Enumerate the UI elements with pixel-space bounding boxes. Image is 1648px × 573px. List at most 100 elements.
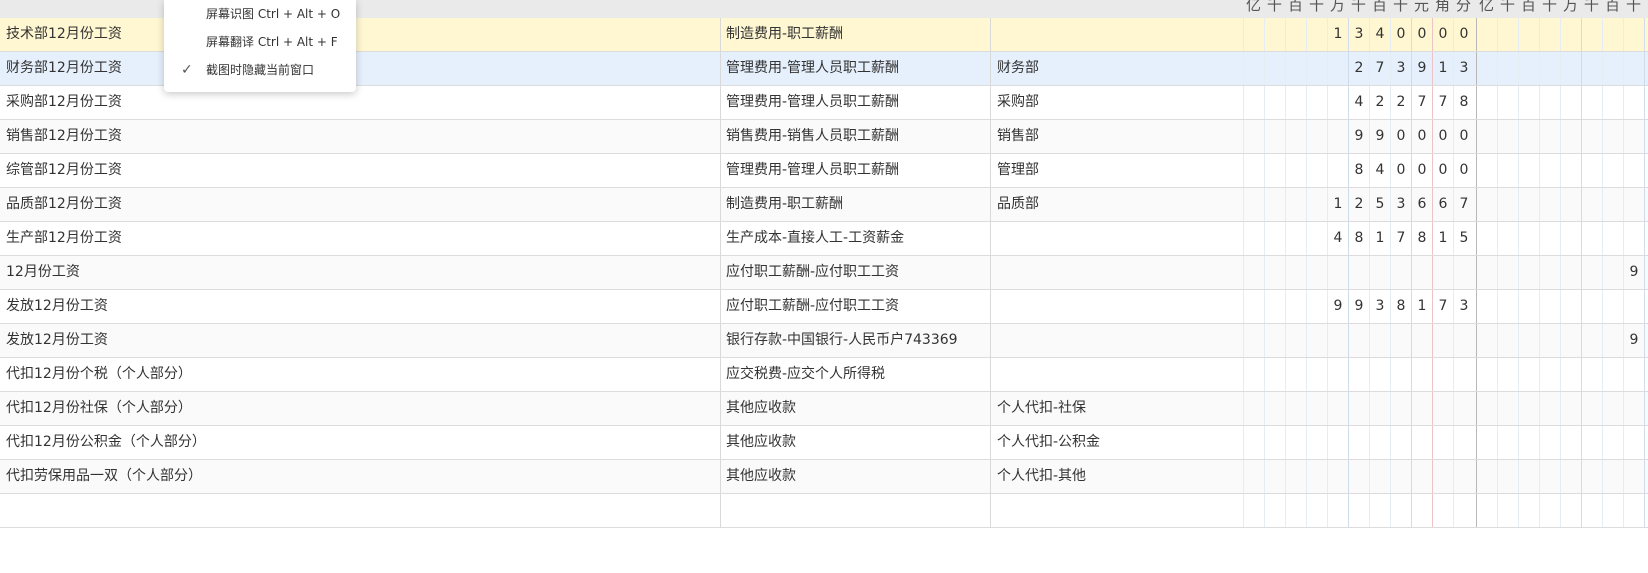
debit-digit-cell[interactable] [1453,358,1474,391]
credit-digit-cell[interactable] [1581,290,1602,323]
debit-digit-cell[interactable] [1264,426,1285,459]
account-cell[interactable]: 管理费用-管理人员职工薪酬 [720,154,990,187]
credit-digit-cell[interactable] [1476,52,1497,85]
debit-digit-cell[interactable] [1327,358,1348,391]
debit-digit-cell[interactable] [1264,86,1285,119]
credit-digit-cell[interactable]: 9 [1623,324,1644,357]
credit-digit-cell[interactable] [1560,222,1581,255]
credit-digit-cell[interactable] [1623,188,1644,221]
debit-digit-cell[interactable] [1306,18,1327,51]
credit-digit-cell[interactable] [1497,290,1518,323]
credit-digit-cell[interactable] [1581,426,1602,459]
credit-digit-cell[interactable] [1602,222,1623,255]
credit-digit-cell[interactable] [1644,188,1648,221]
credit-digit-cell[interactable] [1476,494,1497,527]
credit-digit-cell[interactable] [1644,494,1648,527]
debit-digit-cell[interactable] [1432,426,1453,459]
debit-digit-cell[interactable]: 5 [1453,222,1474,255]
debit-digit-cell[interactable]: 7 [1369,52,1390,85]
debit-digit-cell[interactable] [1306,426,1327,459]
debit-digit-cell[interactable]: 2 [1348,52,1369,85]
debit-digit-cell[interactable] [1243,358,1264,391]
credit-digit-cell[interactable] [1539,188,1560,221]
credit-digit-cell[interactable] [1539,18,1560,51]
table-row[interactable]: 品质部12月份工资 制造费用-职工薪酬 品质部 1 2 5 3 6 6 7 [0,188,1648,222]
credit-digit-cell[interactable] [1518,188,1539,221]
table-row[interactable]: 综管部12月份工资 管理费用-管理人员职工薪酬 管理部 8 4 0 0 0 0 [0,154,1648,188]
credit-digit-cell[interactable] [1560,392,1581,425]
debit-digit-cell[interactable] [1285,188,1306,221]
debit-digit-cell[interactable] [1306,392,1327,425]
credit-digit-cell[interactable] [1602,154,1623,187]
debit-digit-cell[interactable] [1285,86,1306,119]
debit-digit-cell[interactable] [1369,358,1390,391]
debit-digit-cell[interactable]: 9 [1348,290,1369,323]
debit-digit-cell[interactable] [1264,52,1285,85]
debit-digit-cell[interactable] [1306,358,1327,391]
credit-digit-cell[interactable] [1644,222,1648,255]
credit-digit-cell[interactable] [1539,120,1560,153]
credit-digit-cell[interactable] [1581,86,1602,119]
debit-digit-cell[interactable] [1411,392,1432,425]
credit-digit-cell[interactable] [1644,86,1648,119]
debit-digit-cell[interactable] [1285,52,1306,85]
credit-digit-cell[interactable] [1476,188,1497,221]
credit-digit-cell[interactable] [1539,426,1560,459]
menu-item-screen-recognize[interactable]: 屏幕识图 Ctrl + Alt + O [164,0,356,28]
debit-digit-cell[interactable]: 8 [1348,154,1369,187]
credit-digit-cell[interactable] [1476,86,1497,119]
credit-digit-cell[interactable] [1623,120,1644,153]
summary-cell[interactable]: 代扣12月份个税（个人部分） [0,358,720,391]
credit-digit-cell[interactable] [1476,324,1497,357]
debit-digit-cell[interactable] [1327,324,1348,357]
credit-digit-cell[interactable] [1539,290,1560,323]
debit-digit-cell[interactable]: 9 [1411,52,1432,85]
debit-digit-cell[interactable] [1390,392,1411,425]
debit-digit-cell[interactable]: 7 [1390,222,1411,255]
credit-digit-cell[interactable] [1581,494,1602,527]
debit-digit-cell[interactable] [1285,392,1306,425]
credit-digit-cell[interactable] [1539,358,1560,391]
table-row[interactable]: 代扣12月份个税（个人部分）应交税费-应交个人所得税29 [0,358,1648,392]
debit-digit-cell[interactable] [1264,460,1285,493]
debit-digit-cell[interactable] [1411,324,1432,357]
debit-digit-cell[interactable] [1264,188,1285,221]
debit-digit-cell[interactable] [1306,256,1327,289]
credit-digit-cell[interactable] [1623,18,1644,51]
debit-digit-cell[interactable]: 6 [1432,188,1453,221]
credit-digit-cell[interactable] [1560,188,1581,221]
debit-digit-cell[interactable]: 2 [1390,86,1411,119]
debit-digit-cell[interactable] [1348,392,1369,425]
debit-digit-cell[interactable]: 7 [1411,86,1432,119]
debit-digit-cell[interactable]: 8 [1411,222,1432,255]
debit-digit-cell[interactable]: 6 [1411,188,1432,221]
table-row[interactable]: 发放12月份工资银行存款-中国银行-人民币户7433699380 [0,324,1648,358]
debit-digit-cell[interactable]: 2 [1348,188,1369,221]
debit-digit-cell[interactable]: 9 [1348,120,1369,153]
debit-digit-cell[interactable]: 0 [1390,154,1411,187]
debit-digit-cell[interactable] [1306,460,1327,493]
debit-digit-cell[interactable] [1306,290,1327,323]
debit-digit-cell[interactable] [1390,426,1411,459]
account-cell[interactable]: 其他应收款 [720,426,990,459]
credit-digit-cell[interactable] [1581,392,1602,425]
debit-digit-cell[interactable] [1369,426,1390,459]
debit-digit-cell[interactable]: 3 [1369,290,1390,323]
credit-digit-cell[interactable] [1623,460,1644,493]
credit-digit-cell[interactable] [1602,426,1623,459]
debit-digit-cell[interactable] [1264,222,1285,255]
debit-digit-cell[interactable] [1264,392,1285,425]
credit-digit-cell[interactable] [1497,460,1518,493]
credit-digit-cell[interactable] [1560,18,1581,51]
auxiliary-cell[interactable]: 品质部 [990,188,1243,221]
table-row[interactable]: 12月份工资应付职工薪酬-应付职工工资9938 [0,256,1648,290]
debit-digit-cell[interactable] [1348,324,1369,357]
debit-digit-cell[interactable] [1327,120,1348,153]
debit-digit-cell[interactable] [1327,426,1348,459]
debit-digit-cell[interactable] [1243,290,1264,323]
debit-digit-cell[interactable] [1285,324,1306,357]
auxiliary-cell[interactable] [990,324,1243,357]
account-cell[interactable]: 应交税费-应交个人所得税 [720,358,990,391]
credit-digit-cell[interactable] [1623,222,1644,255]
account-cell[interactable]: 管理费用-管理人员职工薪酬 [720,52,990,85]
